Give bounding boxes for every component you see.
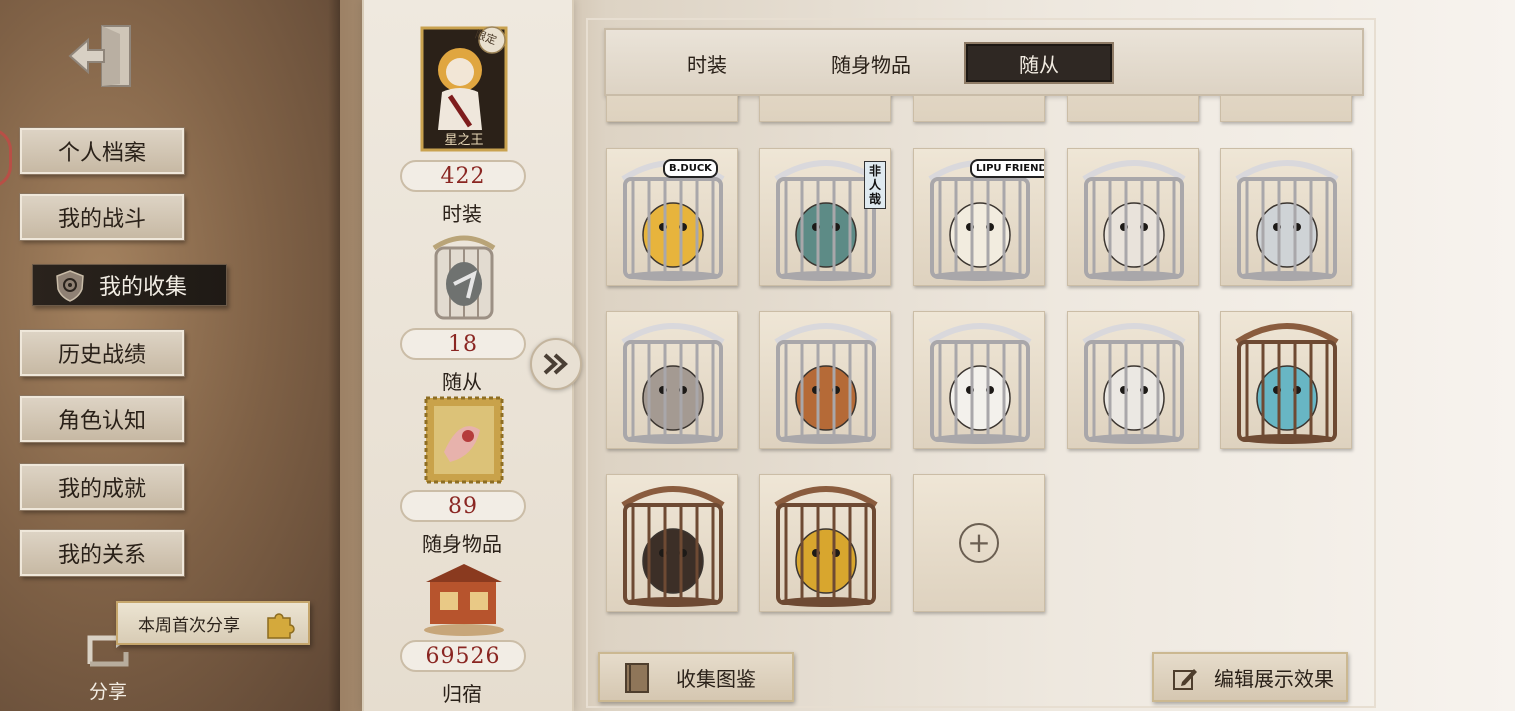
pet-card-panda[interactable] xyxy=(913,311,1045,449)
tab-costumes[interactable]: 时装 xyxy=(632,42,782,84)
pet-card-gramophone[interactable] xyxy=(759,474,891,612)
pet-brand-sticker: B.DUCK xyxy=(663,159,718,178)
share-label: 分享 xyxy=(88,681,127,703)
exit-icon xyxy=(68,25,131,87)
pet-illustration xyxy=(1235,323,1339,444)
exit-button[interactable] xyxy=(64,20,140,92)
category-tab-bar: 时装 随身物品 随从 xyxy=(604,28,1364,96)
share-reward-tip: 本周首次分享 xyxy=(116,601,310,645)
edge-indicator xyxy=(0,128,12,188)
pet-card-ghost[interactable]: LIPU FRIENDS xyxy=(913,148,1045,286)
menu-collection-label: 我的收集 xyxy=(99,275,188,300)
sidebar: 个人档案 我的战斗 我的收集 历史战绩 角色认知 我的成就 我的关系 分享 本周… xyxy=(0,0,340,711)
pet-card-clock[interactable] xyxy=(606,474,738,612)
featured-costume-name: 星之王 xyxy=(444,133,484,148)
home-score: 69526 xyxy=(400,640,526,672)
share-tip-text: 本周首次分享 xyxy=(138,615,240,636)
edit-display-button[interactable]: 编辑展示效果 xyxy=(1152,652,1348,702)
accessory-count: 89 xyxy=(400,490,526,522)
pet-brand-sticker: 非人哉 xyxy=(864,161,886,209)
pet-illustration xyxy=(1235,160,1339,281)
pet-illustration xyxy=(621,323,725,444)
pet-card-cat[interactable] xyxy=(1067,148,1199,286)
pet-card-horse[interactable] xyxy=(1220,148,1352,286)
menu-relations[interactable]: 我的关系 xyxy=(19,529,185,577)
menu-profile[interactable]: 个人档案 xyxy=(19,127,185,175)
menu-battles[interactable]: 我的战斗 xyxy=(19,193,185,241)
pet-card-partial[interactable] xyxy=(1067,96,1199,122)
pet-card-duck[interactable]: B.DUCK xyxy=(606,148,738,286)
tab-pets[interactable]: 随从 xyxy=(964,42,1114,84)
pet-card-fox[interactable] xyxy=(759,311,891,449)
double-chevron-right-icon xyxy=(543,353,568,375)
menu-history[interactable]: 历史战绩 xyxy=(19,329,185,377)
catalog-label: 收集图鉴 xyxy=(676,666,756,691)
pet-illustration xyxy=(774,486,878,607)
pet-card-crown-cat[interactable] xyxy=(606,311,738,449)
book-icon xyxy=(625,663,649,693)
accessory-stamp-thumbnail[interactable] xyxy=(420,396,508,484)
pet-brand-sticker: LIPU FRIENDS xyxy=(970,159,1044,178)
costume-count: 422 xyxy=(400,160,526,192)
add-slot-glyph: + xyxy=(967,526,991,559)
costume-label: 时装 xyxy=(442,202,482,226)
home-label: 归宿 xyxy=(442,682,482,706)
pet-illustration xyxy=(774,323,878,444)
menu-achievements[interactable]: 我的成就 xyxy=(19,463,185,511)
pet-card-partial[interactable] xyxy=(606,96,738,122)
pet-illustration xyxy=(621,486,725,607)
pet-count: 18 xyxy=(400,328,526,360)
pet-cage-thumbnail[interactable] xyxy=(420,228,508,324)
pet-card-partial[interactable] xyxy=(1220,96,1352,122)
edit-display-label: 编辑展示效果 xyxy=(1214,666,1334,691)
add-pet-slot[interactable]: + xyxy=(913,474,1045,612)
edit-icon xyxy=(1173,669,1197,690)
pet-card-rabbit[interactable] xyxy=(1067,311,1199,449)
tab-accessories[interactable]: 随身物品 xyxy=(796,42,946,84)
pet-card-beast[interactable]: 非人哉 xyxy=(759,148,891,286)
collection-emblem-icon xyxy=(56,270,84,302)
pet-illustration xyxy=(928,323,1032,444)
pet-card-partial[interactable] xyxy=(913,96,1045,122)
menu-character-knowledge[interactable]: 角色认知 xyxy=(19,395,185,443)
expand-panel-button[interactable] xyxy=(530,338,582,390)
menu-collection[interactable]: 我的收集 xyxy=(32,264,227,306)
accessory-label: 随身物品 xyxy=(422,532,502,556)
pet-illustration xyxy=(1082,160,1186,281)
pet-illustration xyxy=(1082,323,1186,444)
pet-card-partial[interactable] xyxy=(759,96,891,122)
add-icon: + xyxy=(959,523,999,563)
pet-grid: B.DUCK 非人哉 LIPU FRIENDS xyxy=(596,96,1366,626)
collection-catalog-button[interactable]: 收集图鉴 xyxy=(598,652,794,702)
pet-card-butterfly[interactable] xyxy=(1220,311,1352,449)
puzzle-icon xyxy=(267,613,295,639)
home-thumbnail[interactable] xyxy=(420,562,508,638)
